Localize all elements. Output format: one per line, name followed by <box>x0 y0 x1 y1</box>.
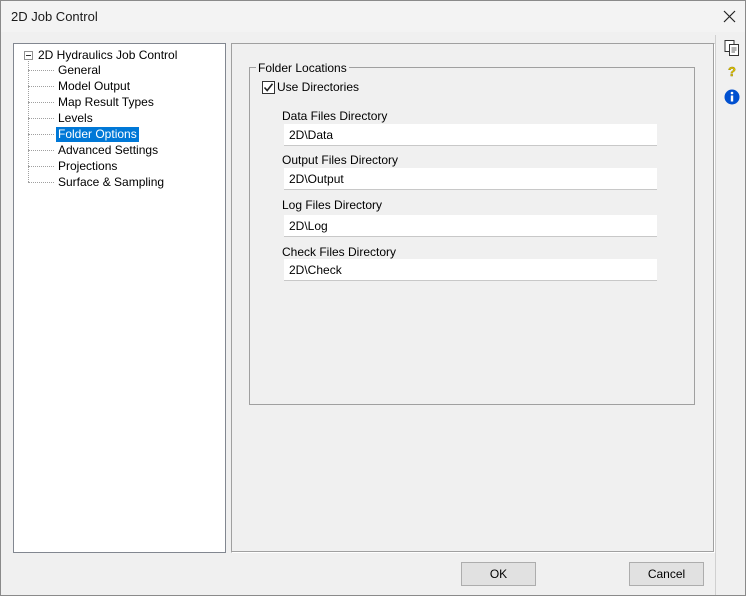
tree-item-label: Levels <box>58 110 93 125</box>
tree-item-advanced-settings[interactable]: Advanced Settings <box>28 142 160 158</box>
close-icon <box>723 10 735 22</box>
side-toolbar-separator <box>715 35 716 595</box>
tree-item-levels[interactable]: Levels <box>28 110 95 126</box>
window-title: 2D Job Control <box>11 9 98 24</box>
checkmark-icon <box>263 82 274 92</box>
info-icon[interactable] <box>723 88 741 106</box>
tree-item-label: Map Result Types <box>58 94 154 109</box>
tree-item-model-output[interactable]: Model Output <box>28 78 132 94</box>
tree-item-label: Surface & Sampling <box>58 174 165 189</box>
svg-text:?: ? <box>728 64 736 79</box>
log-files-directory-input[interactable] <box>284 215 657 237</box>
title-bar: 2D Job Control <box>1 1 745 32</box>
output-files-directory-label: Output Files Directory <box>282 153 399 167</box>
copy-icon[interactable] <box>723 39 741 57</box>
tree-item-label: General <box>58 62 101 77</box>
check-files-directory-input[interactable] <box>284 259 657 281</box>
tree-item-projections[interactable]: Projections <box>28 158 119 174</box>
output-files-directory-input[interactable] <box>284 168 657 190</box>
dialog-window: 2D Job Control 2D Hydraulics Job Control… <box>0 0 746 596</box>
log-files-directory-label: Log Files Directory <box>282 198 383 212</box>
help-icon[interactable]: ? <box>723 62 741 80</box>
ok-button[interactable]: OK <box>461 562 536 586</box>
check-files-directory-label: Check Files Directory <box>282 245 397 259</box>
tree-item-label: Projections <box>58 158 118 173</box>
close-button[interactable] <box>713 3 745 29</box>
tree-root[interactable]: 2D Hydraulics Job Control <box>24 47 177 63</box>
tree-item-label: Advanced Settings <box>58 142 159 157</box>
use-directories-label: Use Directories <box>277 80 360 94</box>
navigation-tree: 2D Hydraulics Job Control General Model … <box>13 43 226 553</box>
data-files-directory-label: Data Files Directory <box>282 109 388 123</box>
tree-item-general[interactable]: General <box>28 62 103 78</box>
use-directories-checkbox[interactable] <box>262 80 275 94</box>
cancel-button[interactable]: Cancel <box>629 562 704 586</box>
use-directories-checkbox-row[interactable]: Use Directories <box>262 80 359 94</box>
tree-item-map-result-types[interactable]: Map Result Types <box>28 94 156 110</box>
data-files-directory-input[interactable] <box>284 124 657 146</box>
collapse-icon[interactable] <box>24 50 33 60</box>
tree-root-label: 2D Hydraulics Job Control <box>38 48 178 62</box>
tree-item-folder-options[interactable]: Folder Options <box>28 126 139 142</box>
tree-item-label: Folder Options <box>56 126 139 142</box>
tree-item-surface-sampling[interactable]: Surface & Sampling <box>28 174 166 190</box>
tree-item-label: Model Output <box>58 78 131 93</box>
folder-locations-legend: Folder Locations <box>256 61 349 75</box>
